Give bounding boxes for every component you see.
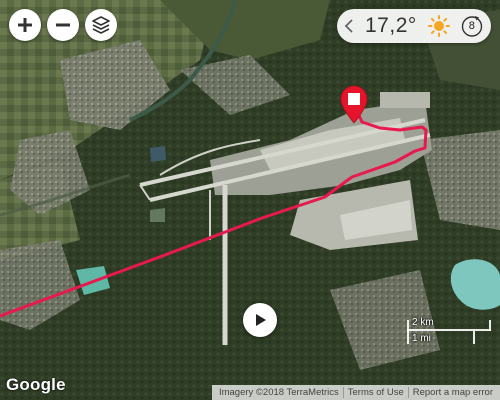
scale-imperial-label: 1 mi	[412, 333, 431, 344]
stop-icon	[348, 93, 360, 105]
scale-bar: 2 km 1 mi	[407, 316, 491, 348]
satellite-map[interactable]: 17,2° 8 2 km 1 mi Google Imagery ©2018 T…	[0, 0, 500, 400]
temperature-value: 17,2°	[365, 14, 417, 37]
minus-icon	[56, 23, 70, 27]
sun-icon	[427, 15, 450, 37]
imagery-credit: Imagery ©2018 TerraMetrics	[218, 387, 339, 398]
zoom-in-button[interactable]	[9, 9, 41, 41]
layers-button[interactable]	[85, 9, 117, 41]
attribution-bar: Imagery ©2018 TerraMetrics Terms of Use …	[211, 385, 500, 400]
scale-metric-label: 2 km	[412, 317, 434, 328]
layers-icon	[92, 16, 110, 34]
report-error-link[interactable]: Report a map error	[409, 387, 497, 398]
end-marker-pin[interactable]	[339, 84, 369, 124]
map-controls	[9, 9, 117, 41]
chevron-left-icon[interactable]	[344, 17, 356, 35]
zoom-out-button[interactable]	[47, 9, 79, 41]
wind-indicator: 8	[460, 14, 484, 38]
terms-link[interactable]: Terms of Use	[344, 387, 408, 398]
play-button[interactable]	[243, 303, 277, 337]
google-logo: Google	[6, 375, 66, 394]
weather-widget[interactable]: 17,2° 8	[337, 9, 491, 43]
wind-speed-value: 8	[468, 20, 475, 32]
plus-icon	[18, 18, 32, 32]
play-icon	[256, 314, 266, 326]
